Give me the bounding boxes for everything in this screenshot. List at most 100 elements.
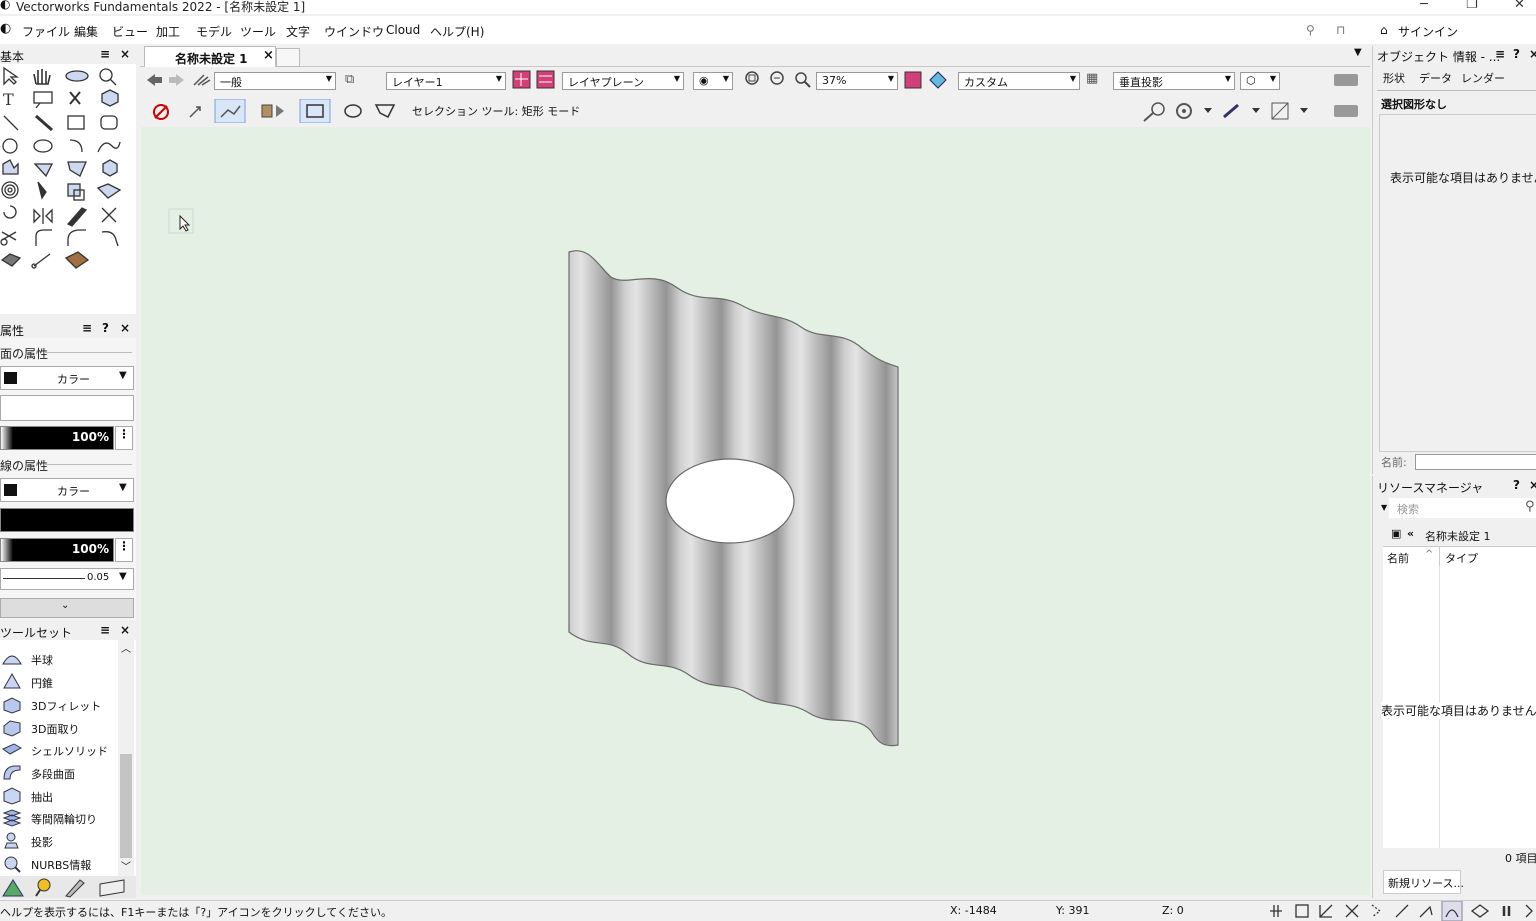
menu-text[interactable]: 文字 [286,23,310,40]
help-icon[interactable]: ? [1513,478,1520,492]
view-select[interactable]: ⬡ ▼ [1240,72,1280,90]
render-settings-icon[interactable]: ▦ [1086,71,1098,86]
minimize-icon[interactable]: ─ [1420,0,1428,12]
tab-list-icon[interactable]: ▼ [1354,47,1362,58]
render-mode-select[interactable]: カスタム ▼ [958,72,1080,90]
view-bar-toggle-button[interactable] [1334,74,1358,86]
menu-modify[interactable]: 加工 [156,23,180,40]
line-weight-select[interactable]: 0.05 ▼ [0,568,134,590]
mode-bar-toggle-button[interactable] [1334,105,1358,117]
palette-menu-icon[interactable]: ≡ [100,623,110,637]
tab-render[interactable]: レンダー [1461,70,1505,86]
tab-shape[interactable]: 形状 [1383,70,1405,86]
line-opacity-field[interactable]: 100% [0,538,114,562]
palette-close-icon[interactable]: × [120,321,130,335]
menu-help[interactable]: ヘルプ(H) [430,23,484,40]
layer-plane-select[interactable]: レイヤプレーン ▼ [562,72,684,90]
fill-opacity-field[interactable]: 100% [0,426,114,450]
search-icon[interactable]: ⚲ [1306,23,1315,37]
view-options-select[interactable]: ◉ ▼ [693,72,733,90]
zoom-tool-icons[interactable] [744,70,814,90]
lock-icon[interactable]: ⊓ [1336,23,1345,37]
menu-edit[interactable]: 編集 [74,23,98,40]
new-tab-button[interactable] [276,48,300,67]
cube-view-icon: ⬡ [1246,74,1256,87]
search-icon[interactable]: ⚲ [1525,499,1535,514]
palette-close-icon[interactable]: × [1529,47,1536,61]
status-bar: ヘルプを表示するには、F1キーまたは「?」アイコンをクリックしてください。 X:… [0,900,1536,921]
drawing-canvas[interactable] [141,127,1370,895]
toolset-item-hemisphere[interactable]: 半球 [0,649,118,671]
projection-select[interactable]: 垂直投影 ▼ [1113,72,1235,90]
mode-bar-right-tools[interactable] [1140,99,1320,123]
toolset-palette-header: ツールセット ≡ × [0,622,136,641]
help-icon[interactable]: ? [102,321,109,335]
scroll-thumb[interactable] [120,754,132,858]
menu-view[interactable]: ビュー [112,23,148,40]
resource-search-field[interactable]: 検索 ⚲ [1389,498,1536,518]
toolset-item-project[interactable]: 投影 [0,831,118,853]
layers-icon[interactable]: ⧉ [345,72,354,87]
mode-label: セレクション ツール: 矩形 モード [412,105,581,118]
toolset-tab-icons[interactable] [0,876,136,898]
toolset-item-cone[interactable]: 円錐 [0,672,118,694]
toolset-item-label: 等間隔輪切り [31,813,97,826]
fill-more-button[interactable]: ⋮ [115,426,133,450]
line-more-button[interactable]: ⋮ [115,538,133,562]
toolset-item-loft-surface[interactable]: 多段曲面 [0,763,118,785]
menu-window[interactable]: ウインドウ [324,23,384,40]
layer-select[interactable]: レイヤー1 ▼ [386,72,506,90]
toolset-item-extract[interactable]: 抽出 [0,786,118,808]
name-field[interactable] [1415,454,1536,470]
mode-buttons[interactable] [148,99,408,123]
class-select[interactable]: 一般 ▼ [214,72,336,90]
palette-close-icon[interactable]: × [120,47,130,61]
toolset-item-3d-fillet[interactable]: 3Dフィレット [0,695,118,717]
nav-arrows[interactable] [144,71,214,91]
line-color-field[interactable] [0,508,134,532]
scroll-down-icon[interactable]: ﹀ [121,858,131,873]
menu-file[interactable]: ファイル [22,23,70,40]
palette-menu-icon[interactable]: ≡ [100,47,110,61]
column-type-header[interactable]: タイプ [1445,550,1478,566]
app-menu-icon[interactable]: ◐ [0,21,11,36]
toolset-item-contour[interactable]: 等間隔輪切り [0,808,118,830]
line-type-select[interactable]: カラー ▼ [0,478,134,502]
tab-data[interactable]: データ [1419,70,1452,86]
zoom-select[interactable]: 37% ▼ [816,72,898,90]
fill-color-field[interactable] [0,395,134,421]
scroll-up-icon[interactable]: ︿ [121,640,131,655]
signin-link[interactable]: サインイン [1398,23,1458,40]
attributes-expand-bar[interactable]: ⌄ [0,598,134,618]
render-icons[interactable] [904,70,950,90]
back-icon[interactable]: « [1407,527,1414,540]
close-tab-icon[interactable]: × [263,48,274,63]
maximize-icon[interactable]: ❐ [1466,0,1478,12]
toolset-item-shell-solid[interactable]: シェルソリッド [0,740,118,762]
toolset-item-label: 抽出 [31,791,53,804]
basic-palette-title: 基本 [0,50,25,64]
palette-menu-icon[interactable]: ≡ [1495,47,1505,61]
search-options-icon[interactable]: ▼ [1381,503,1387,512]
help-icon[interactable]: ? [1513,47,1520,61]
close-icon[interactable]: ✕ [1514,0,1525,12]
column-name-header[interactable]: 名前 [1387,550,1409,566]
x-coordinate: X: -1484 [950,904,997,917]
toolset-item-nurbs-info[interactable]: NURBS情報 [0,854,118,876]
menu-model[interactable]: モデル [196,23,232,40]
resource-list[interactable]: 表示可能な項目はありません [1381,566,1536,848]
snap-tool-icons[interactable] [1268,901,1536,921]
toolset-item-3d-chamfer[interactable]: 3D面取り [0,718,118,740]
menu-tools[interactable]: ツール [240,23,276,40]
toolset-item-label: 3D面取り [31,723,80,736]
fill-type-select[interactable]: カラー ▼ [0,366,134,390]
palette-menu-icon[interactable]: ≡ [82,321,92,335]
palette-close-icon[interactable]: × [1529,478,1536,492]
palette-close-icon[interactable]: × [120,623,130,637]
new-resource-label: 新規リソース... [1388,877,1464,890]
menu-cloud[interactable]: Cloud [386,23,420,37]
layer-option-icons[interactable] [512,70,556,90]
new-resource-button[interactable]: 新規リソース... [1383,870,1464,894]
toolset-scrollbar[interactable]: ︿ ﹀ [118,640,134,876]
document-tab[interactable]: 名称未設定 1 × [144,46,276,67]
